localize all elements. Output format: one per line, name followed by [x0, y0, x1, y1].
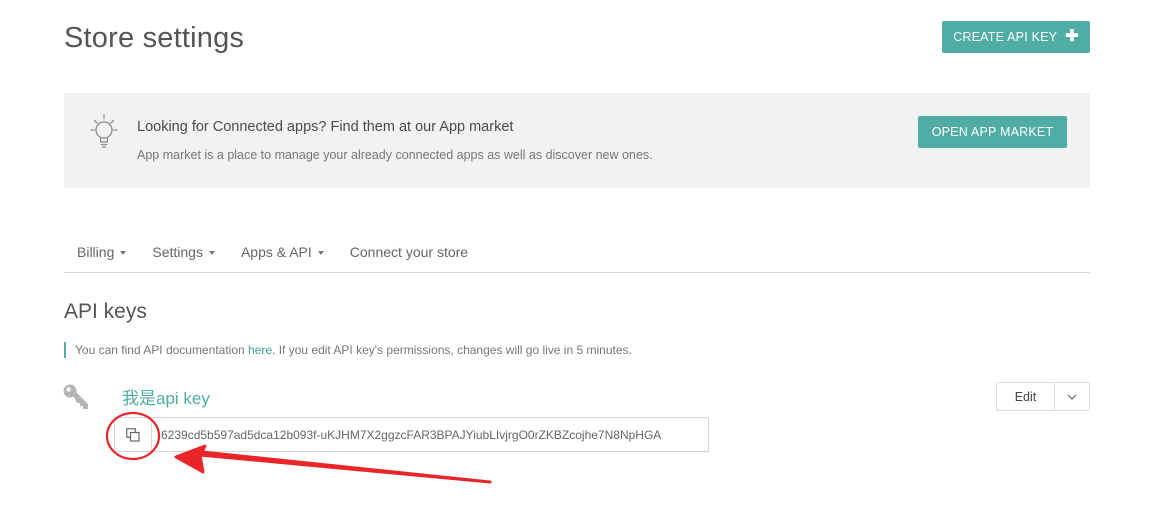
tab-label: Connect your store — [349, 244, 469, 260]
api-key-value[interactable]: 6239cd5b597ad5dca12b093f-uKJHM7X2ggzcFAR… — [152, 428, 661, 442]
tab-apps-api[interactable]: Apps & API — [228, 232, 337, 272]
copy-icon — [126, 427, 140, 442]
tab-connect-your-store[interactable]: Connect your store — [337, 232, 481, 272]
api-docs-note: You can find API documentation here. If … — [64, 342, 632, 358]
create-api-key-label: CREATE API KEY — [953, 30, 1058, 44]
note-text-after: . If you edit API key's permissions, cha… — [272, 343, 632, 357]
caret-down-icon — [208, 251, 215, 255]
banner-description: App market is a place to manage your alr… — [137, 148, 653, 162]
copy-key-button[interactable] — [115, 418, 152, 451]
tab-label: Settings — [152, 244, 203, 260]
plus-icon: ✚ — [1065, 28, 1079, 45]
tab-label: Billing — [77, 244, 115, 260]
edit-button[interactable]: Edit — [997, 383, 1055, 410]
lightbulb-icon — [90, 114, 118, 148]
tab-billing[interactable]: Billing — [64, 232, 139, 272]
note-text-before: You can find API documentation — [75, 343, 249, 357]
api-key-field: 6239cd5b597ad5dca12b093f-uKJHM7X2ggzcFAR… — [114, 417, 709, 452]
edit-dropdown-toggle[interactable] — [1055, 383, 1089, 410]
api-docs-link[interactable]: here — [248, 343, 272, 357]
tab-settings[interactable]: Settings — [139, 232, 228, 272]
api-key-name: 我是api key — [122, 389, 210, 408]
create-api-key-button[interactable]: CREATE API KEY ✚ — [942, 21, 1090, 53]
section-title: API keys — [64, 300, 147, 323]
caret-down-icon — [317, 251, 324, 255]
edit-button-group: Edit — [996, 382, 1090, 411]
app-market-banner: Looking for Connected apps? Find them at… — [64, 93, 1090, 188]
page-title: Store settings — [64, 22, 245, 54]
caret-down-icon — [120, 251, 127, 255]
tab-label: Apps & API — [240, 244, 312, 260]
banner-title: Looking for Connected apps? Find them at… — [137, 119, 514, 135]
chevron-down-icon — [1067, 394, 1077, 400]
open-app-market-button[interactable]: OPEN APP MARKET — [918, 116, 1067, 148]
settings-tabs: Billing Settings Apps & API Connect your… — [64, 232, 1090, 273]
key-icon — [63, 384, 88, 409]
